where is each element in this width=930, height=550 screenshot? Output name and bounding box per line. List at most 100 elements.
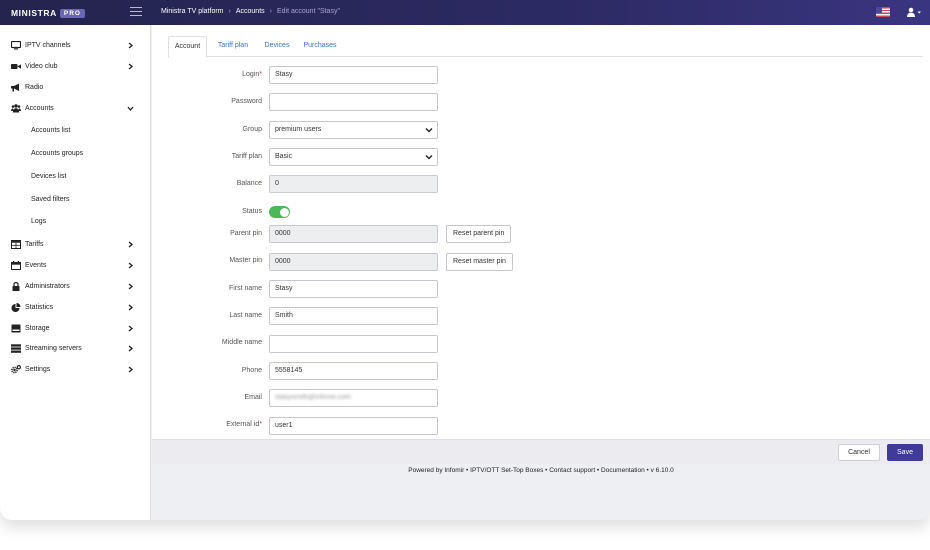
video-camera-icon: [11, 63, 21, 69]
external-id-label: External id*: [226, 421, 262, 428]
chevron-right-icon: [128, 241, 134, 247]
phone-label: Phone: [241, 367, 262, 374]
main-panel: Account Tariff plan Devices Purchases Lo…: [152, 25, 930, 439]
sidebar-item-administrators[interactable]: Administrators: [0, 276, 151, 296]
tab-devices[interactable]: Devices: [260, 36, 294, 57]
required-mark: *: [259, 71, 262, 78]
password-input[interactable]: [269, 93, 438, 111]
balance-input: 0: [269, 175, 438, 193]
sidebar-item-iptv-channels[interactable]: IPTV channels: [0, 35, 151, 55]
sidebar-item-storage[interactable]: Storage: [0, 318, 151, 338]
calendar-icon: [11, 260, 21, 270]
sidebar-item-statistics[interactable]: Statistics: [0, 297, 151, 317]
breadcrumb-item-current: Edit account "Stasy": [276, 8, 340, 15]
hdd-icon: [11, 324, 21, 332]
chevron-right-icon: [128, 325, 134, 331]
menu-toggle-icon[interactable]: [130, 7, 142, 17]
table-icon: [11, 239, 21, 249]
parent-pin-label: Parent pin: [230, 230, 262, 237]
tab-tariff-plan[interactable]: Tariff plan: [213, 36, 253, 57]
sidebar-item-tariffs[interactable]: Tariffs: [0, 234, 151, 254]
tv-icon: [11, 40, 21, 49]
master-pin-label: Master pin: [229, 257, 262, 264]
breadcrumb-item-accounts[interactable]: Accounts: [236, 8, 265, 15]
us-flag-icon[interactable]: [876, 7, 890, 17]
sidebar: IPTV channels Video club Radio Accounts …: [0, 25, 151, 520]
breadcrumb-item-platform[interactable]: Ministra TV platform: [161, 8, 224, 15]
cancel-button[interactable]: Cancel: [838, 444, 880, 461]
phone-input[interactable]: 5558145: [269, 362, 438, 380]
email-value: stasysmith@infomir.com: [275, 394, 351, 401]
pie-chart-icon: [11, 302, 21, 312]
last-name-input[interactable]: Smith: [269, 307, 438, 325]
chevron-right-icon: [128, 345, 134, 351]
email-input[interactable]: stasysmith@infomir.com: [269, 389, 438, 407]
ministra-logo[interactable]: MINISTRA PRO: [11, 8, 85, 18]
chevron-right-icon: [128, 283, 134, 289]
sidebar-item-logs[interactable]: Logs: [0, 211, 151, 231]
sidebar-item-label: Video club: [25, 62, 58, 70]
login-input[interactable]: Stasy: [269, 66, 438, 84]
first-name-input[interactable]: Stasy: [269, 280, 438, 298]
sidebar-item-label: Streaming servers: [25, 344, 82, 352]
sidebar-item-radio[interactable]: Radio: [0, 77, 151, 97]
chevron-right-icon: [128, 304, 134, 310]
middle-name-label: Middle name: [221, 339, 262, 346]
breadcrumb: Ministra TV platform › Accounts › Edit a…: [161, 8, 340, 15]
first-name-label: First name: [228, 285, 262, 292]
sidebar-item-label: Storage: [25, 324, 50, 332]
sidebar-item-label: Accounts: [25, 104, 54, 112]
tariff-plan-select-value: Basic: [275, 153, 293, 160]
sidebar-item-label: Accounts groups: [31, 149, 84, 157]
sidebar-item-label: Radio: [25, 83, 44, 91]
sidebar-item-label: Settings: [25, 365, 51, 373]
sidebar-item-video-club[interactable]: Video club: [0, 56, 151, 76]
sidebar-item-label: Tariffs: [25, 240, 44, 248]
reset-parent-pin-button[interactable]: Reset parent pin: [446, 225, 512, 243]
external-id-input[interactable]: user1: [269, 417, 438, 435]
sidebar-item-accounts-list[interactable]: Accounts list: [0, 120, 151, 140]
reset-master-pin-button[interactable]: Reset master pin: [446, 253, 513, 271]
last-name-label: Last name: [229, 312, 262, 319]
middle-name-input[interactable]: [269, 335, 438, 353]
lock-icon: [12, 281, 20, 291]
tariff-plan-select[interactable]: Basic: [269, 148, 438, 166]
sidebar-item-events[interactable]: Events: [0, 255, 151, 275]
login-label: Login*: [242, 71, 262, 78]
sidebar-item-label: Administrators: [25, 282, 70, 290]
sidebar-item-saved-filters[interactable]: Saved filters: [0, 189, 151, 209]
save-button[interactable]: Save: [887, 444, 923, 461]
parent-pin-input: 0000: [269, 225, 438, 243]
cogs-icon: [11, 364, 21, 373]
sidebar-item-settings[interactable]: Settings: [0, 359, 151, 379]
tab-purchases[interactable]: Purchases: [300, 36, 340, 57]
group-select[interactable]: premium users: [269, 121, 438, 139]
status-toggle[interactable]: [269, 206, 290, 218]
page-footer: Powered by Infomir • IPTV/OTT Set-Top Bo…: [408, 467, 674, 474]
chevron-right-icon: [128, 42, 134, 48]
users-icon: [11, 103, 21, 112]
sidebar-item-label: Logs: [31, 217, 47, 225]
sidebar-item-label: Events: [25, 261, 47, 269]
group-select-value: premium users: [275, 126, 322, 133]
tab-account[interactable]: Account: [168, 36, 207, 58]
user-icon[interactable]: [906, 7, 922, 17]
sidebar-item-devices-list[interactable]: Devices list: [0, 166, 151, 186]
sidebar-item-label: IPTV channels: [25, 41, 71, 49]
sidebar-item-streaming-servers[interactable]: Streaming servers: [0, 338, 151, 358]
sidebar-item-label: Devices list: [31, 172, 67, 180]
chevron-down-icon: [127, 106, 134, 111]
top-bar: MINISTRA PRO Ministra TV platform › Acco…: [0, 0, 930, 25]
status-label: Status: [242, 208, 262, 215]
breadcrumb-separator: ›: [269, 8, 272, 15]
balance-label: Balance: [236, 180, 262, 187]
sidebar-item-label: Statistics: [25, 303, 54, 311]
sidebar-item-accounts[interactable]: Accounts: [0, 98, 151, 118]
tariff-plan-label: Tariff plan: [231, 153, 262, 160]
logo-text: MINISTRA: [11, 8, 57, 18]
server-icon: [11, 343, 21, 353]
app-window: MINISTRA PRO Ministra TV platform › Acco…: [0, 0, 930, 520]
chevron-right-icon: [128, 262, 134, 268]
email-label: Email: [244, 394, 262, 401]
sidebar-item-accounts-groups[interactable]: Accounts groups: [0, 143, 151, 163]
